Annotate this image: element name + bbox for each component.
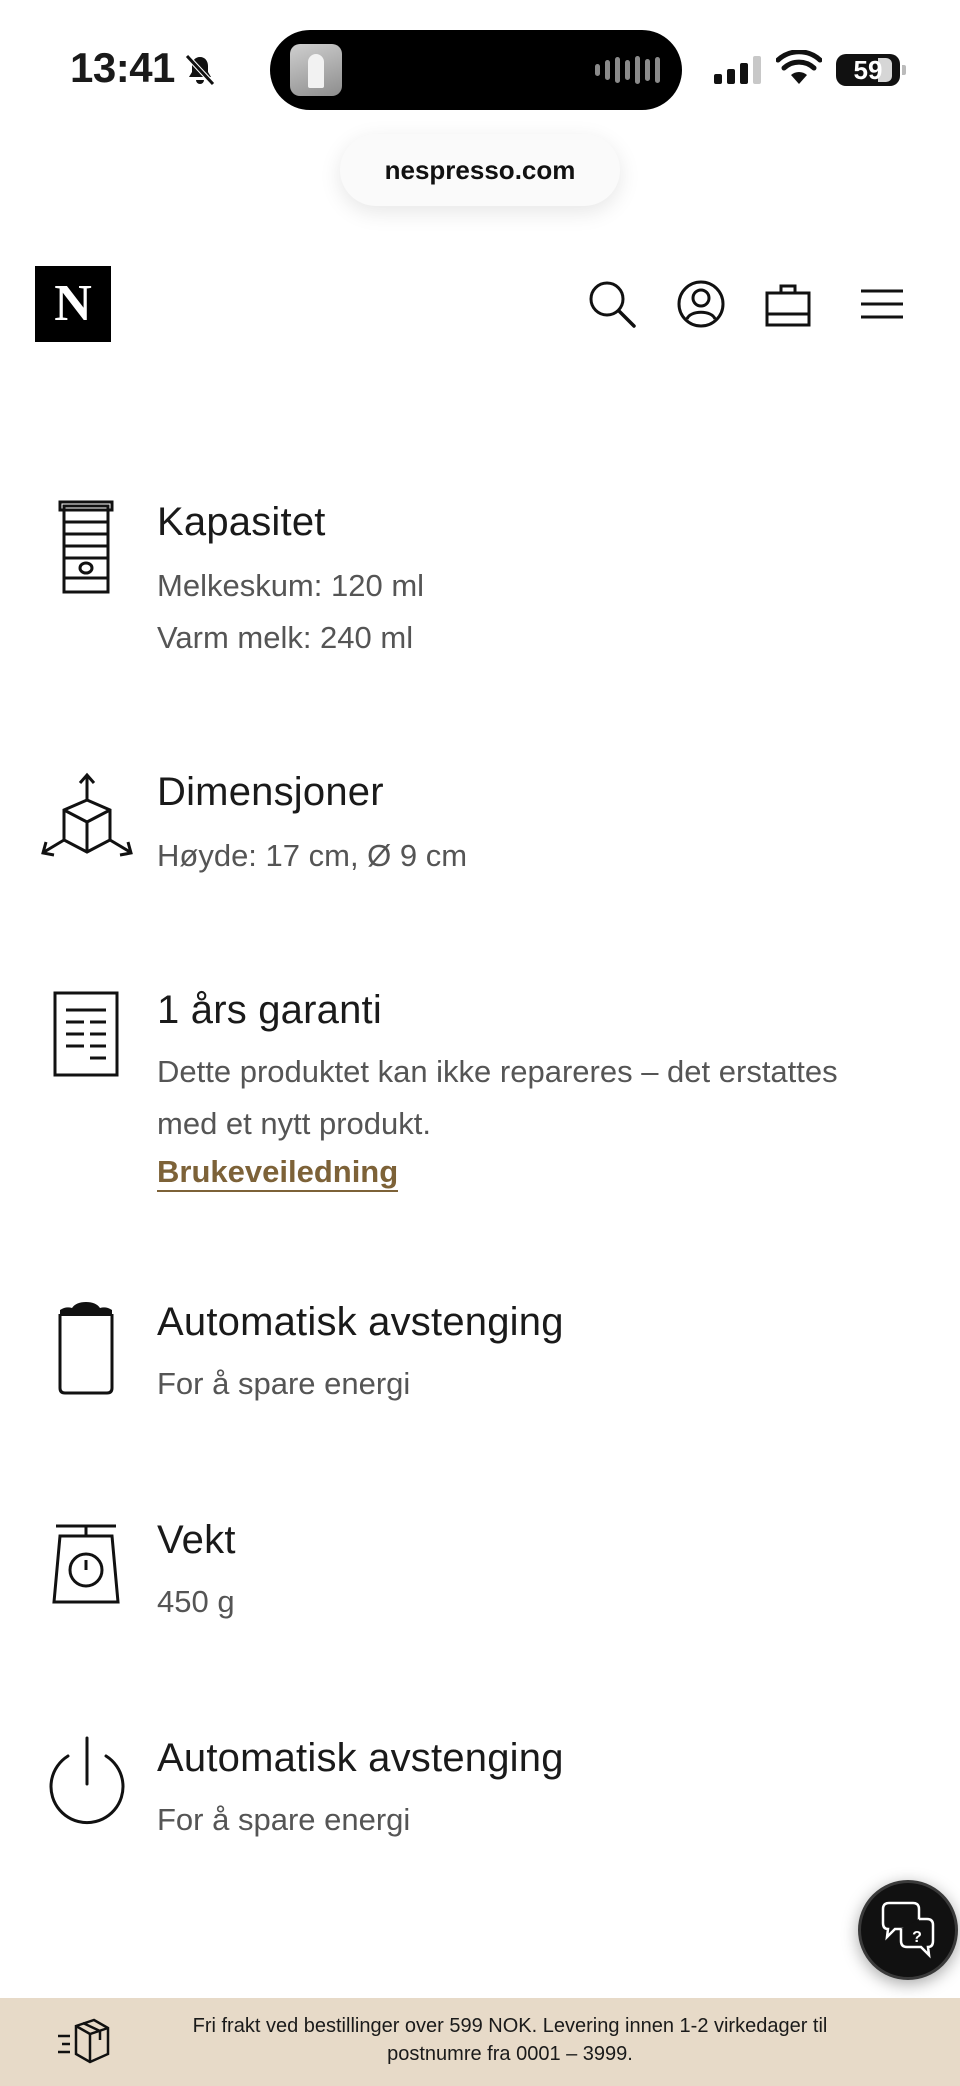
shipping-info-text: Fri frakt ved bestillinger over 599 NOK.… <box>192 2015 828 2065</box>
spec-detail: Dette produktet kan ikke repareres – det… <box>157 1054 838 1089</box>
spec-title: Dimensjoner <box>157 770 384 814</box>
spec-title: Automatisk avstenging <box>157 1300 564 1344</box>
shipping-banner: Fri frakt ved bestillinger over 599 NOK.… <box>0 1998 960 2086</box>
delivery-box-icon <box>58 2018 110 2064</box>
battery-level: 59 <box>853 54 883 85</box>
cellular-signal-icon <box>714 56 761 84</box>
silent-bell-icon <box>185 54 215 86</box>
spec-title: Kapasitet <box>157 500 326 544</box>
spec-detail: 450 g <box>157 1584 235 1619</box>
chat-support-button[interactable]: ? <box>858 1880 958 1980</box>
spec-detail: For å spare energi <box>157 1802 411 1837</box>
svg-text:?: ? <box>912 1929 922 1946</box>
spec-title: Automatisk avstenging <box>157 1736 564 1780</box>
status-bar: 13:41 59 <box>0 0 960 130</box>
audio-waveform-icon <box>595 56 660 84</box>
dynamic-island[interactable] <box>270 30 682 110</box>
search-icon[interactable] <box>586 278 638 330</box>
warranty-document-icon <box>52 990 120 1078</box>
user-manual-link[interactable]: Brukeveiledning <box>157 1154 399 1192</box>
status-time: 13:41 <box>70 44 175 91</box>
spec-detail: Høyde: 17 cm, Ø 9 cm <box>157 838 468 873</box>
address-bar[interactable]: nespresso.com <box>340 134 620 206</box>
spec-title: 1 års garanti <box>157 988 382 1032</box>
power-icon <box>46 1736 128 1830</box>
now-playing-thumbnail <box>290 44 342 96</box>
account-icon[interactable] <box>675 278 727 330</box>
jug-icon <box>56 1300 116 1396</box>
shopping-bag-icon[interactable] <box>762 278 814 330</box>
scale-icon <box>52 1522 120 1606</box>
wifi-icon <box>776 50 822 84</box>
spec-detail: Varm melk: 240 ml <box>157 620 414 655</box>
spec-detail: For å spare energi <box>157 1366 411 1401</box>
chat-bubbles-icon: ? <box>881 1901 935 1959</box>
spec-title: Vekt <box>157 1518 236 1562</box>
logo-letter: N <box>54 275 92 332</box>
spec-detail: med et nytt produkt. <box>157 1106 431 1141</box>
nespresso-logo[interactable]: N <box>35 266 111 342</box>
dimensions-cube-icon <box>40 772 134 862</box>
battery-indicator: 59 <box>836 54 906 86</box>
menu-icon[interactable] <box>856 278 908 330</box>
spec-detail: Melkeskum: 120 ml <box>157 568 425 603</box>
capacity-icon <box>58 500 114 596</box>
